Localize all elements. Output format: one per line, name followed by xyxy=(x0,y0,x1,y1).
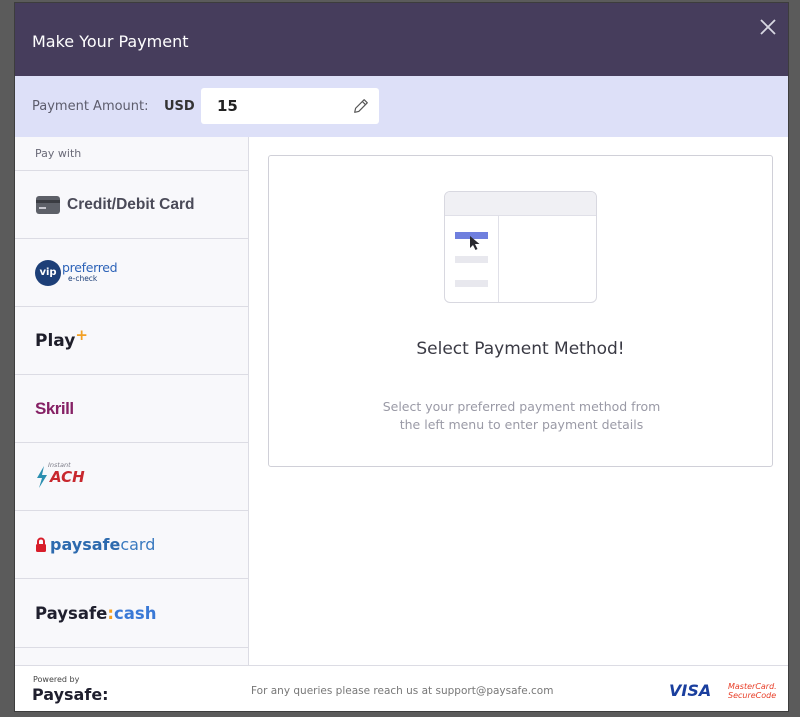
paysafe-footer-logo: Paysafe: xyxy=(32,685,109,704)
currency-code: USD xyxy=(164,99,195,114)
payment-amount-bar: Payment Amount: USD 15 xyxy=(15,76,788,137)
method-vip-preferred[interactable]: vip preferred e-check xyxy=(15,238,248,306)
plus-mark: + xyxy=(75,325,88,344)
paysafecard-logo: paysafe card xyxy=(35,535,155,554)
method-skrill[interactable]: Skrill xyxy=(15,374,248,442)
paysafe-text: paysafe xyxy=(50,535,121,554)
card-text: card xyxy=(120,535,156,554)
paysafe-brand-text: Paysafe xyxy=(35,603,108,623)
instant-text: Instant xyxy=(48,460,71,469)
paysafecash-logo: Paysafe : cash xyxy=(35,604,156,623)
padlock-icon xyxy=(36,537,46,552)
ach-text: ACH xyxy=(50,467,85,486)
lightning-bolt-icon xyxy=(37,465,47,488)
method-paysafecard[interactable]: paysafe card xyxy=(15,510,248,578)
method-paysafecash[interactable]: Paysafe : cash xyxy=(15,578,248,648)
support-text: For any queries please reach us at suppo… xyxy=(251,685,554,697)
modal-header: Make Your Payment xyxy=(15,3,788,76)
skrill-logo: Skrill xyxy=(35,398,74,418)
mastercard-securecode-logo: MasterCard. SecureCode xyxy=(728,682,777,700)
pay-with-heading: Pay with xyxy=(35,147,82,160)
payment-amount-value: 15 xyxy=(217,97,238,115)
browser-illustration xyxy=(444,191,597,303)
credit-card-icon xyxy=(36,195,60,214)
close-icon[interactable] xyxy=(756,15,780,39)
select-method-title: Select Payment Method! xyxy=(416,339,625,359)
vip-badge: vip xyxy=(35,259,61,286)
cash-text: cash xyxy=(113,603,157,623)
modal-title: Make Your Payment xyxy=(32,32,189,51)
instant-ach-logo: Instant ACH xyxy=(35,461,85,489)
preferred-text: preferred xyxy=(62,259,118,275)
select-method-description: Select your preferred payment method fro… xyxy=(382,399,661,432)
method-label: Credit/Debit Card xyxy=(67,195,195,213)
play-text: Play xyxy=(35,330,76,351)
visa-logo: VISA xyxy=(669,681,712,700)
payment-amount-label: Payment Amount: xyxy=(32,99,149,114)
method-play-plus[interactable]: Play + xyxy=(15,306,248,374)
modal-footer: Powered by Paysafe: For any queries plea… xyxy=(15,665,788,711)
pencil-edit-icon[interactable] xyxy=(352,97,370,115)
method-credit-debit-card[interactable]: Credit/Debit Card xyxy=(15,170,248,238)
payment-amount-input[interactable]: 15 xyxy=(201,88,379,124)
payment-modal: Make Your Payment Payment Amount: USD 15… xyxy=(14,2,789,712)
payment-methods-sidebar: Pay with Credit/Debit Card vip preferred… xyxy=(15,137,249,665)
select-method-card: Select Payment Method! Select your prefe… xyxy=(268,155,773,467)
vip-preferred-logo: vip preferred e-check xyxy=(35,259,118,286)
echeck-text: e-check xyxy=(68,273,98,283)
mouse-cursor-icon xyxy=(470,236,480,250)
powered-by-label: Powered by xyxy=(33,675,80,684)
colon-mark: : xyxy=(107,603,114,623)
play-plus-logo: Play + xyxy=(35,326,88,351)
method-instant-ach[interactable]: Instant ACH xyxy=(15,442,248,510)
